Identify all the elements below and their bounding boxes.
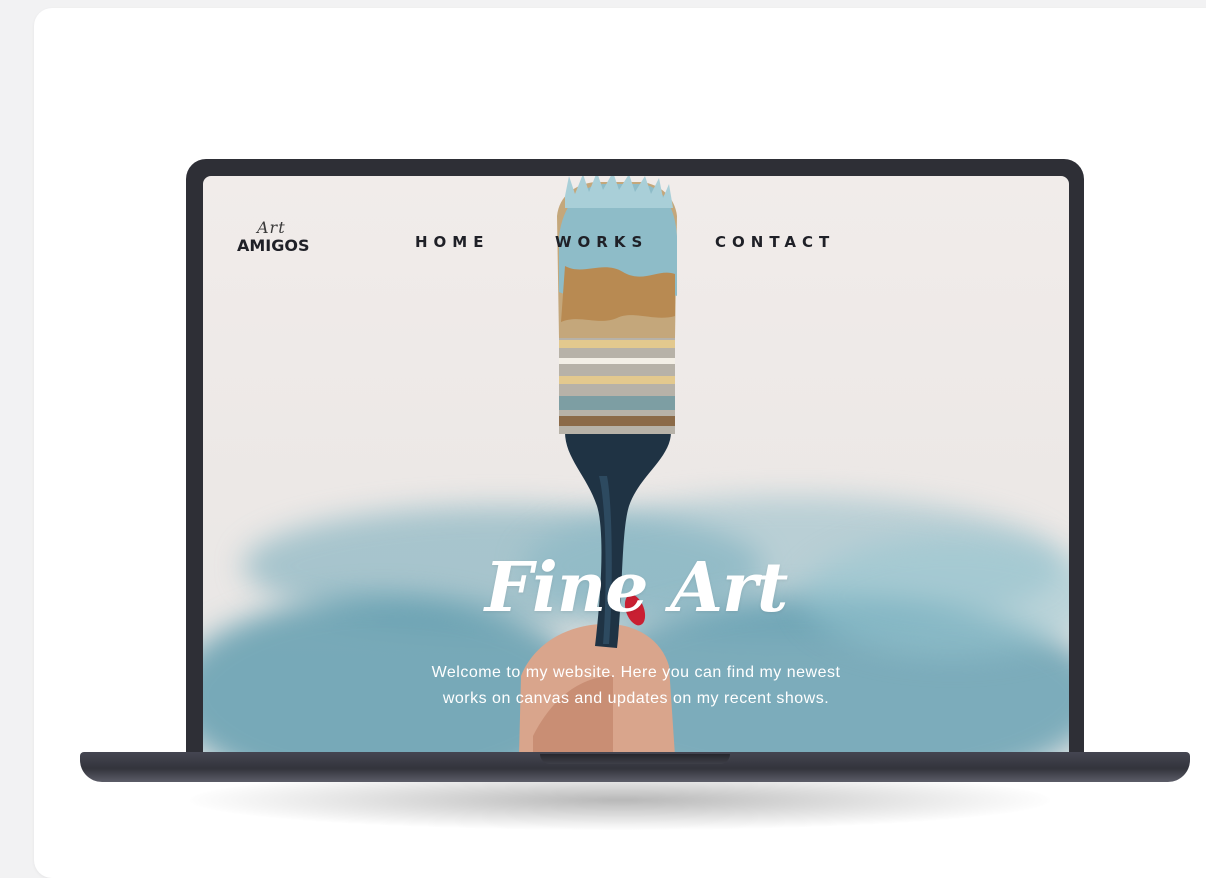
nav-home[interactable]: HOME — [415, 233, 489, 251]
hero-description-line: Welcome to my website. Here you can find… — [431, 664, 841, 681]
hero-description: Welcome to my website. Here you can find… — [323, 660, 949, 712]
site-logo[interactable]: Art AMIGOS — [237, 218, 337, 262]
nav-contact[interactable]: CONTACT — [715, 233, 835, 251]
laptop-notch — [540, 754, 730, 764]
nav-works[interactable]: WORKS — [555, 233, 648, 251]
logo-wordmark: AMIGOS — [237, 236, 310, 255]
hero-title: Fine Art — [484, 548, 788, 628]
hero-description-line: works on canvas and updates on my recent… — [442, 690, 830, 707]
laptop-screen: Art AMIGOS HOME WORKS CONTACT Fine Art W… — [203, 176, 1069, 756]
logo-script: Art — [257, 218, 286, 237]
